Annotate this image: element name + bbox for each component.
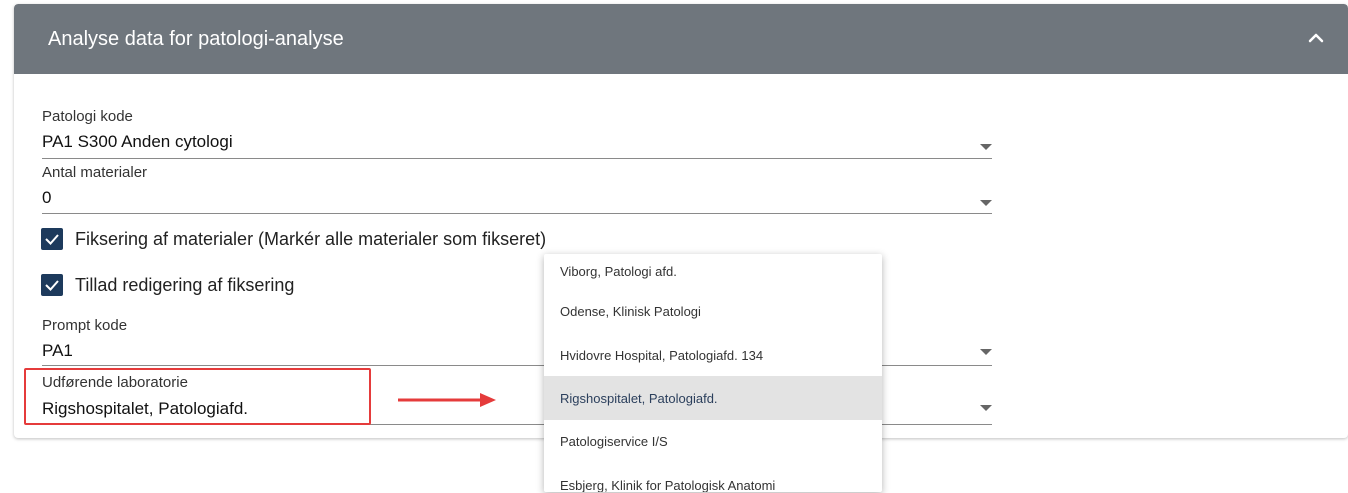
dropdown-option[interactable]: Viborg, Patologi afd. <box>544 254 882 293</box>
fiksering-checkbox-label: Fiksering af materialer (Markér alle mat… <box>75 229 547 249</box>
tillad-redigering-checkbox-row[interactable]: Tillad redigering af fiksering <box>41 274 401 298</box>
caret-down-icon <box>980 349 992 355</box>
patologi-kode-value: PA1 S300 Anden cytologi <box>42 132 233 151</box>
check-icon <box>45 234 59 245</box>
tillad-redigering-checkbox-label: Tillad redigering af fiksering <box>75 275 295 295</box>
patologi-kode-select[interactable]: Patologi kode PA1 S300 Anden cytologi <box>42 108 992 159</box>
dropdown-option[interactable]: Esbjerg, Klinik for Patologisk Anatomi <box>544 463 882 493</box>
caret-down-icon <box>980 405 992 411</box>
dropdown-option[interactable]: Odense, Klinisk Patologi <box>544 289 882 333</box>
field-underline <box>42 158 992 159</box>
dropdown-option[interactable]: Hvidovre Hospital, Patologiafd. 134 <box>544 333 882 377</box>
tillad-redigering-checkbox[interactable] <box>41 274 63 296</box>
laboratorie-dropdown-list[interactable]: Viborg, Patologi afd. Odense, Klinisk Pa… <box>544 254 882 492</box>
fiksering-checkbox-row[interactable]: Fiksering af materialer (Markér alle mat… <box>41 228 741 252</box>
panel-title: Analyse data for patologi-analyse <box>48 28 344 50</box>
field-underline <box>42 213 992 214</box>
arrow-right-icon <box>398 393 496 407</box>
prompt-kode-value: PA1 <box>42 341 73 360</box>
patologi-kode-label: Patologi kode <box>42 108 133 125</box>
fiksering-checkbox[interactable] <box>41 228 63 250</box>
annotation-highlight-box <box>24 368 371 425</box>
antal-materialer-value: 0 <box>42 188 52 207</box>
antal-materialer-label: Antal materialer <box>42 164 148 181</box>
caret-down-icon <box>980 200 992 206</box>
prompt-kode-label: Prompt kode <box>42 317 128 334</box>
panel-header[interactable]: Analyse data for patologi-analyse <box>14 4 1348 74</box>
caret-down-icon <box>980 144 992 150</box>
dropdown-option[interactable]: Patologiservice I/S <box>544 419 882 463</box>
antal-materialer-select[interactable]: Antal materialer 0 <box>42 164 992 214</box>
chevron-up-icon <box>1308 33 1324 43</box>
dropdown-option-selected[interactable]: Rigshospitalet, Patologiafd. <box>544 376 882 420</box>
check-icon <box>45 280 59 291</box>
collapse-button[interactable] <box>1302 24 1330 52</box>
